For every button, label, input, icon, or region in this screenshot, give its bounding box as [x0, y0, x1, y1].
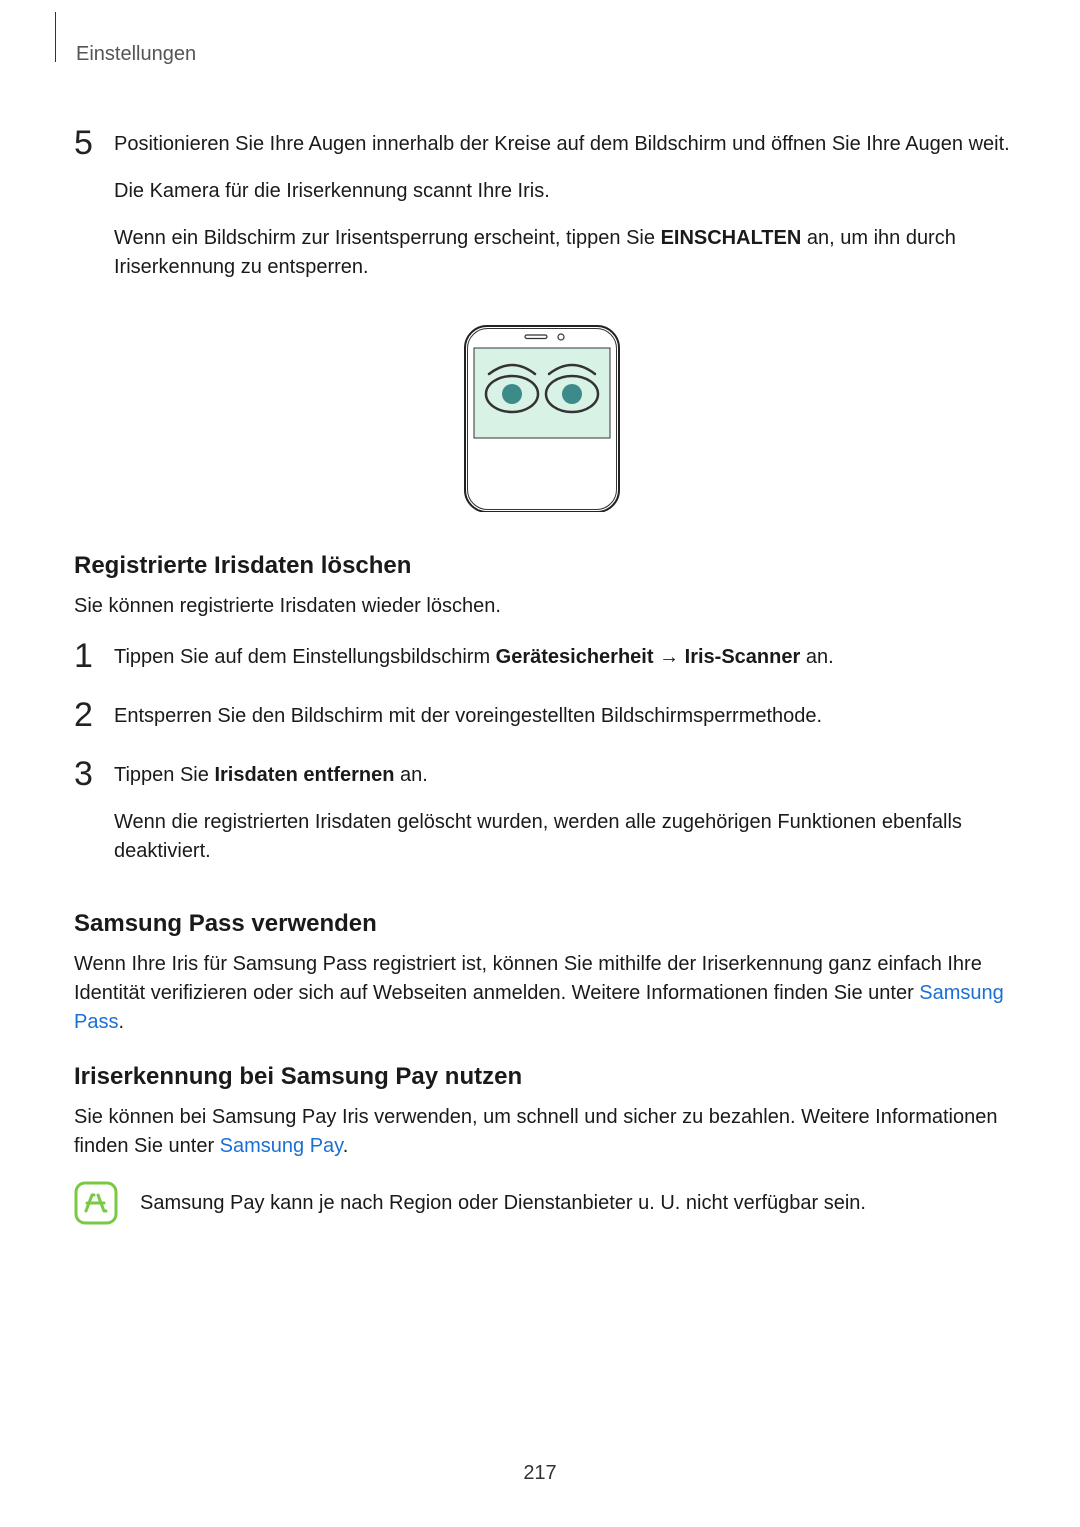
- iris-phone-figure: [74, 322, 1010, 512]
- text: .: [118, 1011, 124, 1033]
- text: Tippen Sie: [114, 764, 214, 786]
- heading-delete-iris: Registrierte Irisdaten löschen: [74, 552, 1010, 580]
- step-5: 5 Positionieren Sie Ihre Augen innerhalb…: [74, 126, 1010, 300]
- delete-step-3: 3 Tippen Sie Irisdaten entfernen an. Wen…: [74, 757, 1010, 884]
- iris-scanner-bold: Iris-Scanner: [685, 646, 801, 668]
- step-body: Positionieren Sie Ihre Augen innerhalb d…: [114, 126, 1010, 300]
- irisdaten-entfernen-bold: Irisdaten entfernen: [214, 764, 394, 786]
- breadcrumb: Einstellungen: [76, 43, 1010, 66]
- page-number: 217: [0, 1462, 1080, 1485]
- delete-step2-text: Entsperren Sie den Bildschirm mit der vo…: [114, 702, 1010, 731]
- note-icon: [74, 1181, 118, 1225]
- text: .: [343, 1135, 349, 1157]
- delete-step1-text: Tippen Sie auf dem Einstellungsbildschir…: [114, 643, 1010, 672]
- text: Tippen Sie auf dem Einstellungsbildschir…: [114, 646, 496, 668]
- delete-step3-p2: Wenn die registrierten Irisdaten gelösch…: [114, 808, 1010, 866]
- note-text: Samsung Pay kann je nach Region oder Die…: [140, 1189, 866, 1218]
- delete-intro: Sie können registrierte Irisdaten wieder…: [74, 592, 1010, 621]
- samsung-pay-link[interactable]: Samsung Pay: [220, 1135, 343, 1157]
- text: Wenn Ihre Iris für Samsung Pass registri…: [74, 953, 982, 1004]
- text: an.: [800, 646, 833, 668]
- delete-step3-text: Tippen Sie Irisdaten entfernen an.: [114, 761, 1010, 790]
- text: Wenn ein Bildschirm zur Irisentsperrung …: [114, 227, 661, 249]
- pay-paragraph: Sie können bei Samsung Pay Iris verwende…: [74, 1103, 1010, 1161]
- step-body: Tippen Sie Irisdaten entfernen an. Wenn …: [114, 757, 1010, 884]
- delete-step-1: 1 Tippen Sie auf dem Einstellungsbildsch…: [74, 639, 1010, 690]
- delete-step-2: 2 Entsperren Sie den Bildschirm mit der …: [74, 698, 1010, 749]
- step-number: 2: [74, 698, 114, 732]
- phone-iris-icon: [457, 322, 627, 512]
- step5-p2: Die Kamera für die Iriserkennung scannt …: [114, 177, 1010, 206]
- text: Sie können bei Samsung Pay Iris verwende…: [74, 1106, 997, 1157]
- step5-p1: Positionieren Sie Ihre Augen innerhalb d…: [114, 130, 1010, 159]
- arrow: →: [654, 646, 685, 668]
- step-number: 1: [74, 639, 114, 673]
- pass-paragraph: Wenn Ihre Iris für Samsung Pass registri…: [74, 950, 1010, 1037]
- text: an.: [394, 764, 427, 786]
- heading-samsung-pass: Samsung Pass verwenden: [74, 910, 1010, 938]
- geraetesicherheit-bold: Gerätesicherheit: [496, 646, 654, 668]
- step5-p3: Wenn ein Bildschirm zur Irisentsperrung …: [114, 224, 1010, 282]
- header-vertical-rule: [55, 12, 56, 62]
- einschalten-bold: EINSCHALTEN: [661, 227, 802, 249]
- note-row: Samsung Pay kann je nach Region oder Die…: [74, 1181, 1010, 1225]
- step-number: 5: [74, 126, 114, 160]
- step-body: Tippen Sie auf dem Einstellungsbildschir…: [114, 639, 1010, 690]
- step-number: 3: [74, 757, 114, 791]
- step-body: Entsperren Sie den Bildschirm mit der vo…: [114, 698, 1010, 749]
- heading-samsung-pay: Iriserkennung bei Samsung Pay nutzen: [74, 1063, 1010, 1091]
